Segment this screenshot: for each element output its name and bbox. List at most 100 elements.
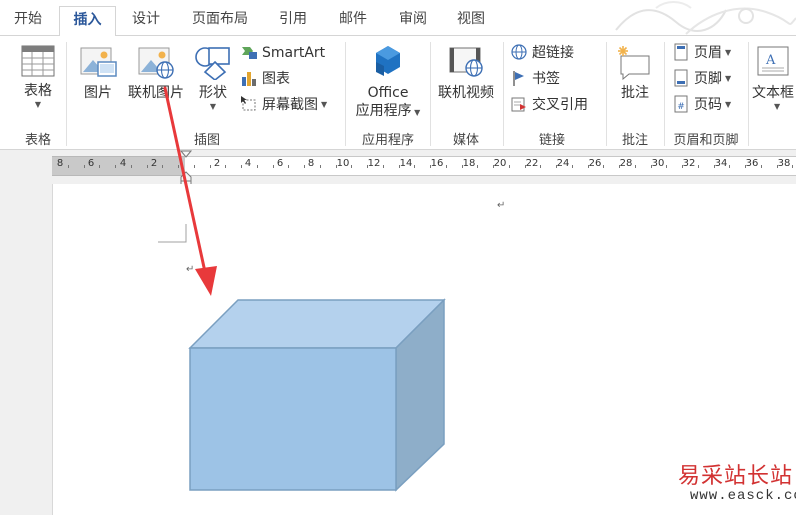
- tab-insert[interactable]: 插入: [59, 6, 116, 37]
- ruler-tick: [713, 165, 715, 168]
- table-label: 表格: [24, 83, 52, 99]
- online-video-label: 联机视频: [438, 85, 494, 101]
- chevron-down-icon: ▼: [774, 102, 781, 111]
- ruler-tick: [367, 165, 369, 168]
- cross-reference-button[interactable]: 交叉引用: [510, 94, 588, 116]
- chevron-down-icon: ▼: [321, 100, 328, 109]
- chart-label: 图表: [262, 71, 290, 87]
- footer-icon: [674, 69, 688, 87]
- ruler-tick: [524, 165, 526, 168]
- watermark-text: 易采站长站: [678, 464, 794, 489]
- page-number-label: 页码: [694, 97, 722, 113]
- office-apps-label-text: 应用程序: [355, 103, 412, 119]
- smartart-button[interactable]: SmartArt: [240, 42, 325, 64]
- ruler-tick: [241, 165, 243, 168]
- group-divider: [66, 42, 67, 146]
- ruler-tick: [540, 165, 542, 168]
- ruler-tick: [83, 165, 85, 168]
- online-video-button[interactable]: 联机视频: [434, 44, 498, 102]
- ruler-tick: [682, 165, 684, 168]
- group-divider: [345, 42, 346, 146]
- ribbon-insert: 表格 ▼ 表格 图片 联机图片 形状 ▼ SmartArt 图表 屏幕截图 ▼ …: [0, 36, 796, 150]
- ruler-tick: [382, 165, 384, 168]
- watermark-url: www.easck.com: [690, 488, 796, 504]
- tab-references[interactable]: 引用: [266, 6, 320, 36]
- hyperlink-label: 超链接: [532, 45, 574, 61]
- ruler-tick: [745, 165, 747, 168]
- ruler-tick: [776, 165, 778, 168]
- comment-button[interactable]: 批注: [612, 44, 658, 102]
- ruler-tick: [288, 165, 290, 168]
- tab-page-layout[interactable]: 页面布局: [180, 6, 260, 36]
- ruler-tick: [650, 165, 652, 168]
- group-label-media: 媒体: [452, 133, 479, 148]
- ruler-tick: [256, 165, 258, 168]
- hyperlink-icon: [511, 44, 527, 60]
- page-number-button[interactable]: # 页码 ▼: [672, 94, 731, 116]
- office-apps-button[interactable]: Office 应用程序 ▼: [352, 44, 424, 122]
- bookmark-icon: [513, 71, 524, 86]
- smartart-label: SmartArt: [262, 45, 326, 61]
- ruler-tick: [304, 165, 306, 168]
- ruler-tick: [493, 165, 495, 168]
- hyperlink-button[interactable]: 超链接: [510, 42, 574, 64]
- ruler-tick: [760, 165, 762, 168]
- ruler-tick: [587, 165, 589, 168]
- paragraph-mark: ↵: [497, 200, 506, 211]
- screenshot-button[interactable]: 屏幕截图 ▼: [240, 94, 327, 116]
- cross-reference-icon: [511, 97, 526, 112]
- ruler-tick: [146, 165, 148, 168]
- ruler-tick: [697, 165, 699, 168]
- ruler-tick: [115, 165, 117, 168]
- ruler-tick: [556, 165, 558, 168]
- ruler-tick: [99, 165, 101, 168]
- tab-home[interactable]: 开始: [0, 6, 56, 36]
- group-divider: [664, 42, 665, 146]
- picture-button[interactable]: 图片: [76, 44, 120, 102]
- header-icon: [674, 43, 688, 61]
- chart-button[interactable]: 图表: [240, 68, 290, 90]
- bookmark-button[interactable]: 书签: [510, 68, 560, 90]
- ruler-tick: [445, 165, 447, 168]
- group-label-links: 链接: [538, 133, 565, 148]
- tab-review[interactable]: 审阅: [386, 6, 440, 36]
- online-video-icon: [449, 47, 483, 77]
- chevron-down-icon: ▼: [725, 74, 732, 83]
- svg-text:A: A: [765, 53, 776, 68]
- ruler-tick: [461, 165, 463, 168]
- screenshot-label: 屏幕截图: [262, 97, 318, 113]
- ruler-tick: [477, 165, 479, 168]
- textbox-button[interactable]: A 文本框 ▼: [752, 44, 796, 112]
- tab-mailings[interactable]: 邮件: [326, 6, 380, 36]
- left-margin-gray: [0, 184, 52, 515]
- cross-reference-label: 交叉引用: [532, 97, 588, 113]
- table-icon: [21, 45, 55, 77]
- tab-design[interactable]: 设计: [118, 6, 174, 36]
- ruler-tick: [430, 165, 432, 168]
- bar-chart-icon: [242, 72, 256, 86]
- ruler-tick: [351, 165, 353, 168]
- comment-label: 批注: [621, 85, 649, 101]
- footer-button[interactable]: 页脚 ▼: [672, 68, 731, 90]
- ruler-tick: [619, 165, 621, 168]
- picture-icon: [80, 47, 117, 77]
- decorative-swirl-icon: [615, 1, 796, 35]
- ruler-tick: [67, 165, 69, 168]
- ribbon-tab-bar: 开始 插入 设计 页面布局 引用 邮件 审阅 视图: [0, 0, 796, 37]
- textbox-icon: A: [757, 46, 789, 76]
- office-apps-label-line1: Office: [367, 85, 409, 101]
- table-button[interactable]: 表格 ▼: [14, 44, 62, 110]
- group-label-header-footer: 页眉和页脚: [673, 133, 739, 148]
- ruler-tick: [130, 165, 132, 168]
- ruler-tick: [508, 165, 510, 168]
- group-divider: [748, 42, 749, 146]
- picture-label: 图片: [84, 85, 112, 101]
- svg-text:#: #: [677, 102, 685, 112]
- shapes-icon: [195, 47, 230, 82]
- screenshot-icon: [241, 96, 256, 111]
- cube-shape[interactable]: [186, 296, 450, 496]
- tab-view[interactable]: 视图: [446, 6, 496, 36]
- red-arrow-annotation: [163, 86, 217, 296]
- header-button[interactable]: 页眉 ▼: [672, 42, 731, 64]
- page-number-icon: #: [674, 95, 688, 113]
